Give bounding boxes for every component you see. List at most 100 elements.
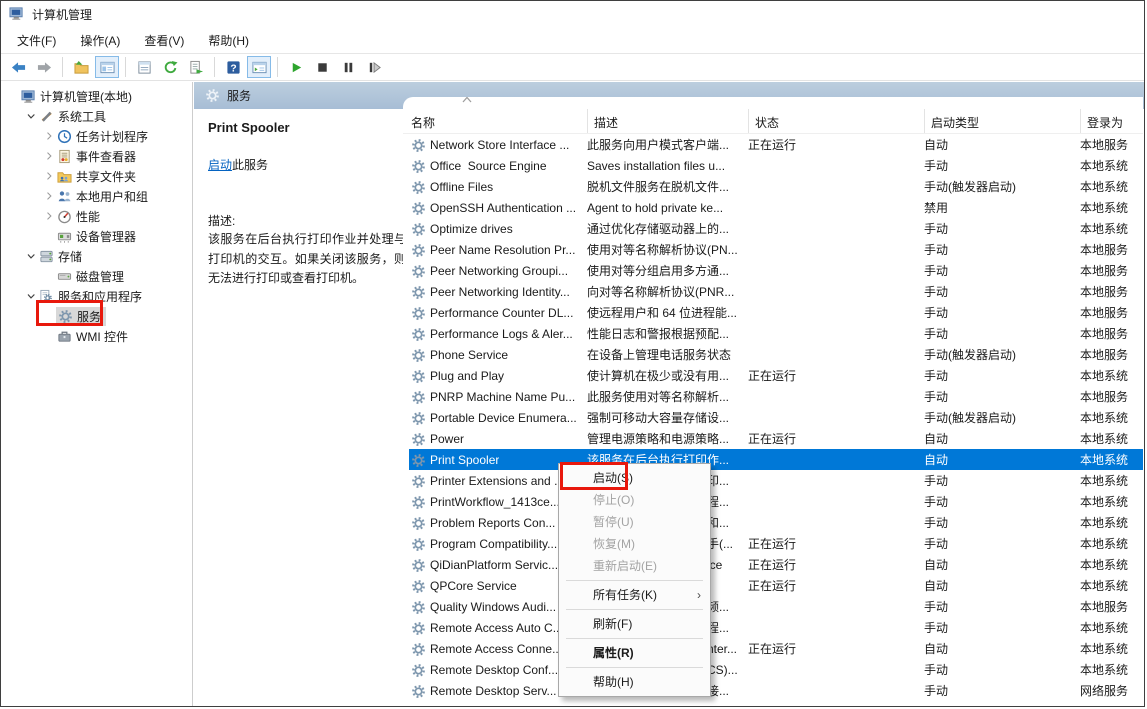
service-row[interactable]: QPCore Service正在运行自动本地系统 xyxy=(409,575,1143,596)
svg-text:?: ? xyxy=(230,63,236,74)
service-name-cell: Program Compatibility... xyxy=(409,537,581,551)
service-row[interactable]: Optimize drives通过优化存储驱动器上的...手动本地系统 xyxy=(409,218,1143,239)
chevron-down-icon[interactable] xyxy=(23,289,38,304)
column-header-description[interactable]: 描述 xyxy=(587,109,748,133)
service-row[interactable]: Plug and Play使计算机在极少或没有用...正在运行手动本地系统 xyxy=(409,365,1143,386)
description-label: 描述: xyxy=(208,212,235,229)
column-header-logon-as[interactable]: 登录为 xyxy=(1080,109,1143,133)
context-menu-item-all-tasks[interactable]: 所有任务(K)› xyxy=(559,584,710,606)
chevron-right-icon[interactable] xyxy=(41,129,56,144)
service-gear-icon xyxy=(411,684,425,698)
tree-item-device[interactable]: 设备管理器 xyxy=(1,226,192,246)
up-folder-icon[interactable] xyxy=(69,56,93,78)
restart-service-icon[interactable] xyxy=(362,56,386,78)
pause-service-icon[interactable] xyxy=(336,56,360,78)
back-icon[interactable] xyxy=(6,56,30,78)
service-row[interactable]: Offline Files脱机文件服务在脱机文件...手动(触发器启动)本地系统 xyxy=(409,176,1143,197)
service-row[interactable]: OpenSSH Authentication ...Agent to hold … xyxy=(409,197,1143,218)
tree-item-perf[interactable]: 性能 xyxy=(1,206,192,226)
tree-item-computer[interactable]: 计算机管理(本地) xyxy=(1,86,192,106)
service-row[interactable]: Peer Networking Identity...向对等名称解析协议(PNR… xyxy=(409,281,1143,302)
start-service-link[interactable]: 启动 xyxy=(208,158,232,172)
service-row[interactable]: PNRP Machine Name Pu...此服务使用对等名称解析...手动本… xyxy=(409,386,1143,407)
chevron-right-icon[interactable] xyxy=(41,209,56,224)
service-name: Print Spooler xyxy=(430,453,499,467)
service-row[interactable]: Network Store Interface ...此服务向用户模式客户端..… xyxy=(409,134,1143,155)
context-menu-separator xyxy=(566,580,703,581)
chevron-right-icon[interactable] xyxy=(41,189,56,204)
service-name: Remote Desktop Serv... xyxy=(430,684,557,698)
service-row[interactable]: Remote Desktop Serv...接...手动网络服务 xyxy=(409,680,1143,700)
service-startup-type-cell: 手动 xyxy=(918,283,1074,300)
service-row[interactable]: Office Source EngineSaves installation f… xyxy=(409,155,1143,176)
service-logon-as-cell: 本地系统 xyxy=(1074,661,1143,678)
service-row[interactable]: Quality Windows Audi...频...手动本地服务 xyxy=(409,596,1143,617)
column-header-status[interactable]: 状态 xyxy=(748,109,924,133)
service-row[interactable]: Performance Logs & Aler...性能日志和警报根据预配...… xyxy=(409,323,1143,344)
service-name: Plug and Play xyxy=(430,369,504,383)
service-row[interactable]: PrintWorkflow_1413ce...程...手动本地系统 xyxy=(409,491,1143,512)
menu-action[interactable]: 操作(A) xyxy=(70,29,130,52)
service-row[interactable]: Program Compatibility...手(...正在运行手动本地系统 xyxy=(409,533,1143,554)
tree-item-eventlog[interactable]: 事件查看器 xyxy=(1,146,192,166)
service-gear-icon xyxy=(411,411,425,425)
chevron-right-icon[interactable] xyxy=(41,149,56,164)
service-row[interactable]: Peer Networking Groupi...使用对等分组启用多方通...手… xyxy=(409,260,1143,281)
tree-item-users[interactable]: 本地用户和组 xyxy=(1,186,192,206)
service-row[interactable]: Remote Access Conne...nter...正在运行自动本地系统 xyxy=(409,638,1143,659)
service-row[interactable]: Phone Service在设备上管理电话服务状态手动(触发器启动)本地服务 xyxy=(409,344,1143,365)
export-list-icon[interactable] xyxy=(184,56,208,78)
menu-help[interactable]: 帮助(H) xyxy=(198,29,259,52)
show-console-tree-icon[interactable] xyxy=(95,56,119,78)
tree-item-disk[interactable]: 磁盘管理 xyxy=(1,266,192,286)
start-service-icon[interactable] xyxy=(284,56,308,78)
service-logon-as-cell: 本地系统 xyxy=(1074,430,1143,447)
service-description-cell: 使用对等分组启用多方通... xyxy=(581,262,742,279)
context-menu-item-start[interactable]: 启动(S) xyxy=(559,467,710,489)
tree-item-sharedFolder[interactable]: 共享文件夹 xyxy=(1,166,192,186)
context-menu-item-refresh[interactable]: 刷新(F) xyxy=(559,613,710,635)
properties-icon[interactable] xyxy=(132,56,156,78)
service-gear-icon xyxy=(411,222,425,236)
tree-item-wmi[interactable]: WMI 控件 xyxy=(1,326,192,346)
chevron-right-icon[interactable] xyxy=(41,169,56,184)
service-row[interactable]: Printer Extensions and ...印...手动本地系统 xyxy=(409,470,1143,491)
sort-ascending-icon xyxy=(461,97,473,104)
stop-service-icon[interactable] xyxy=(310,56,334,78)
service-name-cell: QiDianPlatform Servic... xyxy=(409,558,581,572)
tree-item-svcApps[interactable]: 服务和应用程序 xyxy=(1,286,192,306)
svcApps-icon xyxy=(38,289,54,304)
service-row[interactable]: Power管理电源策略和电源策略...正在运行自动本地系统 xyxy=(409,428,1143,449)
service-logon-as-cell: 本地系统 xyxy=(1074,199,1143,216)
context-menu-item-help[interactable]: 帮助(H) xyxy=(559,671,710,693)
service-row[interactable]: Portable Device Enumera...强制可移动大容量存储设...… xyxy=(409,407,1143,428)
tree-item-tools[interactable]: 系统工具 xyxy=(1,106,192,126)
service-row[interactable]: Remote Desktop Conf...CS)...手动本地系统 xyxy=(409,659,1143,680)
forward-icon[interactable] xyxy=(32,56,56,78)
menu-view[interactable]: 查看(V) xyxy=(134,29,194,52)
tree-item-clock[interactable]: 任务计划程序 xyxy=(1,126,192,146)
service-startup-type-cell: 自动 xyxy=(918,640,1074,657)
chevron-down-icon[interactable] xyxy=(23,249,38,264)
menu-file[interactable]: 文件(F) xyxy=(7,29,66,52)
service-startup-type-cell: 手动 xyxy=(918,388,1074,405)
refresh-icon[interactable] xyxy=(158,56,182,78)
service-row[interactable]: Remote Access Auto C...程...手动本地系统 xyxy=(409,617,1143,638)
tree-item-storage[interactable]: 存储 xyxy=(1,246,192,266)
service-row[interactable]: Problem Reports Con...和...手动本地系统 xyxy=(409,512,1143,533)
service-name: Performance Logs & Aler... xyxy=(430,327,573,341)
service-row[interactable]: Performance Counter DL...使远程用户和 64 位进程能.… xyxy=(409,302,1143,323)
service-row[interactable]: QiDianPlatform Servic...ice正在运行自动本地系统 xyxy=(409,554,1143,575)
column-header-startup-type[interactable]: 启动类型 xyxy=(924,109,1080,133)
service-row-selected[interactable]: Print Spooler该服务在后台执行打印作...自动本地系统 xyxy=(409,449,1143,470)
toolbar-separator xyxy=(277,57,278,77)
context-menu-item-properties[interactable]: 属性(R) xyxy=(559,642,710,664)
show-action-pane-icon[interactable] xyxy=(247,56,271,78)
tree-item-services-selected[interactable]: 服务 xyxy=(1,306,192,326)
service-row[interactable]: Peer Name Resolution Pr...使用对等名称解析协议(PN.… xyxy=(409,239,1143,260)
help-icon[interactable]: ? xyxy=(221,56,245,78)
service-name: Peer Networking Groupi... xyxy=(430,264,568,278)
column-header-name[interactable]: 名称 xyxy=(403,109,587,133)
context-menu-separator xyxy=(566,667,703,668)
chevron-down-icon[interactable] xyxy=(23,109,38,124)
